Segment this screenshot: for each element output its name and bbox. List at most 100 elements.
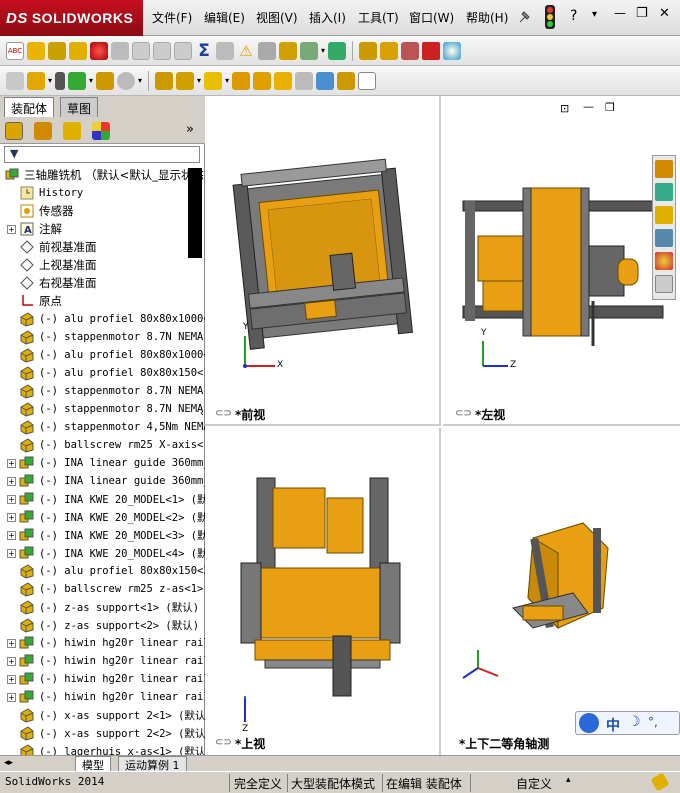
tree-item[interactable]: (-) z-as support<1> (默认) xyxy=(0,598,205,616)
feature-tree-icon[interactable] xyxy=(5,122,23,140)
tab-model[interactable]: 模型 xyxy=(75,756,111,772)
ime-moon-icon[interactable]: ☽ xyxy=(628,714,641,730)
viewport-front[interactable]: Y X ⊂⊃ *前视 xyxy=(205,96,441,426)
ime-chinese-toggle[interactable]: 中 xyxy=(606,715,620,735)
tree-item[interactable]: (-) ballscrew rm25 z-as<1> xyxy=(0,580,205,598)
dropdown-icon[interactable]: ▾ xyxy=(197,76,201,85)
interference-icon[interactable] xyxy=(295,71,314,90)
spellcheck-icon[interactable]: ABC xyxy=(6,41,24,60)
snapshot-icon[interactable] xyxy=(337,71,356,90)
balloon-icon[interactable] xyxy=(48,41,66,60)
tree-item[interactable]: + (-) hiwin hg20r linear rail xyxy=(0,688,205,706)
tree-item[interactable]: + A 注解 xyxy=(0,220,205,238)
expand-toggle-icon[interactable]: + xyxy=(7,530,16,540)
tab-motion-study[interactable]: 运动算例 1 xyxy=(118,756,187,772)
expand-toggle-icon[interactable]: + xyxy=(7,692,16,702)
dropdown-icon[interactable]: ▾ xyxy=(138,76,142,85)
insert-component-icon[interactable] xyxy=(6,71,24,90)
tree-item[interactable]: + (-) hiwin hg20r linear rail xyxy=(0,652,205,670)
tree-item[interactable]: (-) alu profiel 80x80x150<1 xyxy=(0,364,205,382)
expand-panel-icon[interactable]: » xyxy=(186,122,194,137)
tree-item[interactable]: (-) ballscrew rm25 X-axis< xyxy=(0,436,205,454)
menu-view[interactable]: 视图(V) xyxy=(256,9,298,26)
display-icon[interactable] xyxy=(401,41,420,60)
hand-icon[interactable] xyxy=(111,41,129,60)
close-button[interactable]: ✕ xyxy=(659,6,670,21)
reference-geometry-icon[interactable] xyxy=(204,71,223,90)
dropdown-icon[interactable]: ▾ xyxy=(225,76,229,85)
move-icon[interactable] xyxy=(258,41,276,60)
tree-item[interactable]: (-) z-as support<2> (默认) xyxy=(0,616,205,634)
tree-scrollbar[interactable] xyxy=(188,168,202,258)
exploded-view-icon[interactable] xyxy=(253,71,272,90)
tree-item[interactable]: (-) alu profiel 80x80x1000< xyxy=(0,310,205,328)
show-hidden-icon[interactable] xyxy=(155,71,174,90)
expand-toggle-icon[interactable]: + xyxy=(7,548,16,558)
tree-item[interactable]: 原点 xyxy=(0,292,205,310)
file-explorer-icon[interactable] xyxy=(655,229,673,247)
instant3d-icon[interactable] xyxy=(316,71,335,90)
tile-icon[interactable]: ⊡ xyxy=(560,102,569,115)
menu-tools[interactable]: 工具(T) xyxy=(358,9,399,26)
tree-item[interactable]: (-) alu profiel 80x80x150<2 xyxy=(0,562,205,580)
help-dropdown-icon[interactable]: ▾ xyxy=(592,9,597,20)
menu-window[interactable]: 窗口(W) xyxy=(409,9,454,26)
tree-item[interactable]: 传感器 xyxy=(0,202,205,220)
tree-item[interactable]: + (-) INA linear guide 360mm_ xyxy=(0,472,205,490)
traffic-light-icon[interactable] xyxy=(545,5,555,29)
menu-edit[interactable]: 编辑(E) xyxy=(204,9,245,26)
expand-toggle-icon[interactable]: + xyxy=(7,494,16,504)
folder-icon[interactable] xyxy=(655,206,673,224)
tree-item[interactable]: + (-) INA linear guide 360mm_ xyxy=(0,454,205,472)
ime-toolbar[interactable]: 中 ☽ °, xyxy=(575,711,680,735)
status-custom-units[interactable]: 自定义 xyxy=(516,775,552,792)
expand-toggle-icon[interactable]: + xyxy=(7,476,16,486)
red-square-icon[interactable] xyxy=(422,41,441,60)
viewport-maximize-button[interactable]: ❐ xyxy=(605,101,615,114)
tree-root[interactable]: 三轴雕铣机 （默认<默认_显示状态 xyxy=(0,166,205,184)
rotate-component-icon[interactable] xyxy=(117,71,136,90)
home-icon[interactable] xyxy=(655,160,673,178)
tab-scroll-icon[interactable]: ◂▸ xyxy=(4,758,13,768)
tree-item[interactable]: + (-) hiwin hg20r linear rail xyxy=(0,670,205,688)
move-component-icon[interactable] xyxy=(96,71,115,90)
expand-toggle-icon[interactable]: + xyxy=(7,674,16,684)
tree-item[interactable]: + (-) INA KWE 20_MODEL<2> (默 xyxy=(0,508,205,526)
tree-item[interactable]: (-) stappenmotor 8.7N NEMA xyxy=(0,328,205,346)
help-icon[interactable]: ? xyxy=(570,8,577,24)
filter-input[interactable]: ▼ xyxy=(4,146,200,163)
link-icon[interactable]: ⊂⊃ xyxy=(215,737,232,748)
rebuild-icon[interactable] xyxy=(650,772,670,792)
viewport-minimize-button[interactable]: — xyxy=(583,100,594,113)
bom-icon[interactable] xyxy=(232,71,251,90)
dropdown-icon[interactable]: ▾ xyxy=(89,76,93,85)
tree-item[interactable]: 右视基准面 xyxy=(0,274,205,292)
tree-item[interactable]: 前视基准面 xyxy=(0,238,205,256)
tree-item[interactable]: (-) stappenmotor 8.7N NEMA xyxy=(0,382,205,400)
resources-icon[interactable] xyxy=(655,183,673,201)
note-icon[interactable] xyxy=(27,41,45,60)
measure-icon[interactable] xyxy=(216,41,234,60)
sigma-icon[interactable]: Σ xyxy=(195,42,213,60)
ime-punct-icon[interactable]: °, xyxy=(648,715,658,729)
restore-button[interactable]: ❐ xyxy=(636,6,648,21)
tab-assembly[interactable]: 装配体 xyxy=(4,97,55,117)
auto-balloon-icon[interactable] xyxy=(69,41,87,60)
component-pattern-icon[interactable] xyxy=(68,71,87,90)
tree-item[interactable]: History xyxy=(0,184,205,202)
tree-item[interactable]: (-) x-as support 2<1> (默认 xyxy=(0,706,205,724)
tree-item[interactable]: + (-) hiwin hg20r linear rail xyxy=(0,634,205,652)
configuration-manager-icon[interactable] xyxy=(63,122,81,140)
link-icon[interactable]: ⊂⊃ xyxy=(215,408,232,419)
tree-item[interactable]: (-) stappenmotor 8.7N NEMA xyxy=(0,400,205,418)
dropdown-icon[interactable]: ▾ xyxy=(321,46,325,55)
expand-toggle-icon[interactable]: + xyxy=(7,458,16,468)
assembly-features-icon[interactable] xyxy=(176,71,195,90)
viewport-top[interactable]: X Z ⊂⊃ *上视 xyxy=(205,428,441,755)
expand-toggle-icon[interactable]: + xyxy=(7,638,16,648)
units-dropdown-icon[interactable]: ▴ xyxy=(566,775,571,785)
check-icon[interactable] xyxy=(300,41,318,60)
tree-item[interactable]: + (-) INA KWE 20_MODEL<3> (默 xyxy=(0,526,205,544)
dropdown-icon[interactable]: ▾ xyxy=(48,76,52,85)
expand-toggle-icon[interactable]: + xyxy=(7,656,16,666)
